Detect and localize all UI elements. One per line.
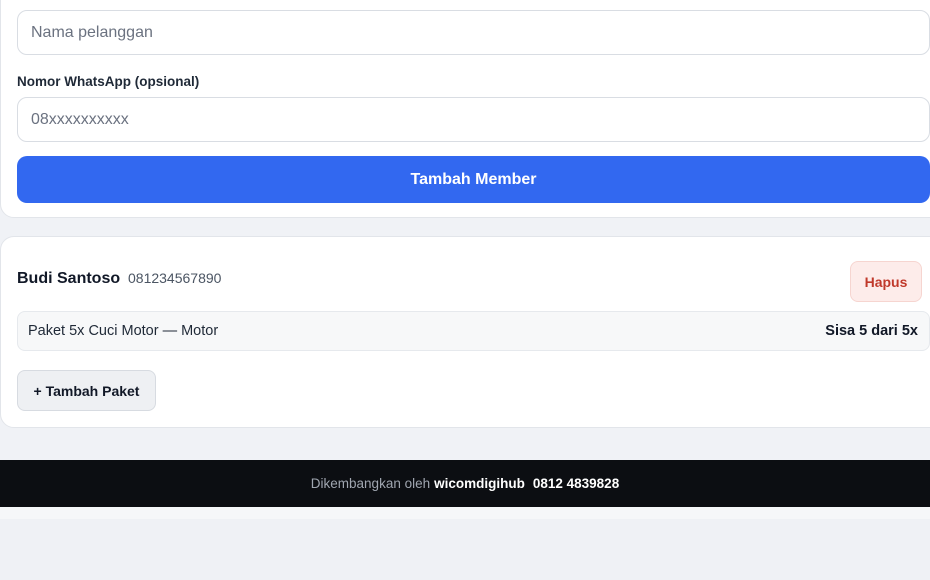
member-phone: 081234567890 <box>128 270 222 286</box>
package-name: Paket 5x Cuci Motor — Motor <box>28 323 219 339</box>
package-row: Paket 5x Cuci Motor — Motor Sisa 5 dari … <box>17 311 930 351</box>
add-member-button[interactable]: Tambah Member <box>17 156 930 203</box>
whatsapp-input[interactable] <box>17 97 930 142</box>
footer-brand: wicomdigihub <box>434 476 525 491</box>
add-package-button[interactable]: + Tambah Paket <box>17 370 156 411</box>
add-member-form-card: Nomor WhatsApp (opsional) Tambah Member <box>0 0 930 218</box>
footer-prefix: Dikembangkan oleh <box>310 476 431 491</box>
whatsapp-label: Nomor WhatsApp (opsional) <box>17 74 200 89</box>
member-card: Budi Santoso 081234567890 Hapus Paket 5x… <box>0 236 930 428</box>
page-bottom <box>0 519 930 580</box>
footer-contact: 0812 4839828 <box>532 476 620 491</box>
package-remaining: Sisa 5 dari 5x <box>825 323 918 339</box>
member-name: Budi Santoso <box>17 270 121 287</box>
footer: Dikembangkan oleh wicomdigihub 0812 4839… <box>0 460 930 507</box>
footer-spacer <box>0 507 930 519</box>
customer-name-input[interactable] <box>17 10 930 55</box>
delete-member-button[interactable]: Hapus <box>850 261 922 302</box>
